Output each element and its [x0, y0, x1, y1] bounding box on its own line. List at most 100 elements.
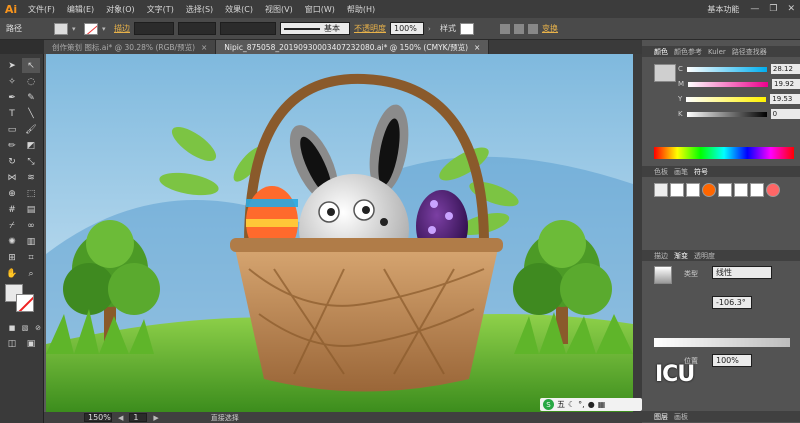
screen-mode-icon[interactable]: ▣ [22, 336, 40, 351]
menu-edit[interactable]: 编辑(E) [61, 4, 100, 15]
tab-color[interactable]: 颜色 [654, 47, 668, 57]
black-slider[interactable] [686, 111, 767, 117]
location-field[interactable]: 100% [712, 354, 752, 367]
stroke-link[interactable]: 描边 [114, 23, 130, 34]
artboard-tool-icon[interactable]: ⊞ [3, 250, 21, 265]
tab-close-icon[interactable]: × [201, 43, 207, 52]
workspace-switcher[interactable]: 基本功能 [701, 4, 745, 15]
chevron-down-icon[interactable]: ▾ [72, 25, 80, 33]
zoom-field[interactable]: 150% [84, 413, 112, 422]
mic-icon[interactable]: ● [588, 400, 595, 409]
gradient-tool-icon[interactable]: ▤ [22, 202, 40, 217]
tab-gradient[interactable]: 渐变 [674, 251, 688, 261]
zoom-tool-icon[interactable]: ⌕ [22, 266, 40, 281]
punctuation-icon[interactable]: °, [578, 400, 585, 409]
menu-file[interactable]: 文件(F) [22, 4, 61, 15]
tab-swatches[interactable]: 色板 [654, 167, 668, 177]
menu-type[interactable]: 文字(T) [141, 4, 180, 15]
cyan-value[interactable]: 28.12 [770, 64, 800, 74]
magic-wand-icon[interactable]: ✧ [3, 74, 21, 89]
next-artboard-icon[interactable]: ▶ [153, 414, 158, 422]
style-swatch[interactable] [460, 22, 474, 35]
stroke-swatch[interactable] [84, 22, 98, 35]
magenta-value[interactable]: 19.92 [772, 79, 800, 89]
tab-brushes[interactable]: 画笔 [674, 167, 688, 177]
blend-tool-icon[interactable]: ∞ [22, 218, 40, 233]
stroke-weight-field[interactable] [134, 22, 174, 35]
symbol-thumbnail[interactable] [670, 183, 684, 197]
cyan-slider[interactable] [686, 66, 767, 72]
symbol-thumbnail[interactable] [750, 183, 764, 197]
tab-symbols[interactable]: 符号 [694, 167, 708, 177]
direct-selection-tool-icon[interactable]: ↖ [22, 58, 40, 73]
ime-toolbar[interactable]: S 五 ☾ °, ● ▦ [540, 398, 642, 411]
perspective-icon[interactable]: ⬚ [22, 186, 40, 201]
symbol-thumbnail[interactable] [734, 183, 748, 197]
menu-effect[interactable]: 效果(C) [219, 4, 259, 15]
align-icon[interactable] [500, 23, 510, 34]
warp-tool-icon[interactable]: ≋ [22, 170, 40, 185]
slice-tool-icon[interactable]: ⌗ [22, 250, 40, 265]
draw-mode-icon[interactable]: ◫ [3, 336, 21, 351]
shape-builder-icon[interactable]: ⊕ [3, 186, 21, 201]
tab-pathfinder[interactable]: 路径查找器 [732, 47, 767, 57]
opacity-link[interactable]: 不透明度 [354, 23, 386, 34]
yellow-value[interactable]: 19.53 [770, 94, 800, 104]
symbol-thumbnail[interactable] [702, 183, 716, 197]
symbol-sprayer-icon[interactable]: ✺ [3, 234, 21, 249]
symbol-thumbnail[interactable] [766, 183, 780, 197]
brush-tool-icon[interactable]: 🖌 [22, 122, 40, 137]
curvature-icon[interactable]: ✎ [22, 90, 40, 105]
minimize-icon[interactable]: — [745, 4, 764, 14]
eyedropper-icon[interactable]: ⌿ [3, 218, 21, 233]
tab-document-2[interactable]: Nipic_875058_20190930003407232080.ai* @ … [216, 40, 490, 54]
symbol-thumbnail[interactable] [718, 183, 732, 197]
rectangle-tool-icon[interactable]: ▭ [3, 122, 21, 137]
symbol-thumbnail[interactable] [654, 183, 668, 197]
tab-close-icon[interactable]: × [474, 43, 480, 52]
artboard-number[interactable]: 1 [129, 413, 148, 422]
keyboard-icon[interactable]: ▦ [598, 400, 606, 409]
stroke-color-icon[interactable] [16, 294, 34, 312]
pencil-tool-icon[interactable]: ✏ [3, 138, 21, 153]
close-icon[interactable]: ✕ [782, 4, 800, 14]
align-icon[interactable] [514, 23, 524, 34]
width-tool-icon[interactable]: ⋈ [3, 170, 21, 185]
fill-color-preview[interactable] [654, 64, 676, 82]
menu-view[interactable]: 视图(V) [259, 4, 299, 15]
menu-select[interactable]: 选择(S) [180, 4, 219, 15]
tab-stroke[interactable]: 描边 [654, 251, 668, 261]
stroke-style-field[interactable]: 基本 [280, 22, 350, 35]
restore-icon[interactable]: ❐ [764, 4, 782, 14]
chevron-down-icon[interactable]: ▾ [102, 25, 110, 33]
tab-transparency[interactable]: 透明度 [694, 251, 715, 261]
gradient-angle-field[interactable]: -106.3° [712, 296, 752, 309]
symbol-thumbnail[interactable] [686, 183, 700, 197]
lasso-icon[interactable]: ◌ [22, 74, 40, 89]
tab-kuler[interactable]: Kuler [708, 48, 726, 56]
tab-document-1[interactable]: 创作策划 图标.ai* @ 30.28% (RGB/预览) × [44, 40, 217, 54]
tab-color-guide[interactable]: 颜色参考 [674, 47, 702, 57]
align-icon[interactable] [528, 23, 538, 34]
menu-object[interactable]: 对象(O) [100, 4, 141, 15]
gradient-preview[interactable] [654, 266, 672, 284]
rotate-tool-icon[interactable]: ↻ [3, 154, 21, 169]
scale-tool-icon[interactable]: ⤡ [22, 154, 40, 169]
prev-artboard-icon[interactable]: ◀ [118, 414, 123, 422]
mesh-tool-icon[interactable]: # [3, 202, 21, 217]
opacity-field[interactable]: 100% [390, 22, 424, 35]
chevron-right-icon[interactable]: › [428, 25, 436, 33]
transform-link[interactable]: 变换 [542, 23, 558, 34]
graph-tool-icon[interactable]: ▥ [22, 234, 40, 249]
fill-swatch[interactable] [54, 22, 68, 35]
hand-tool-icon[interactable]: ✋ [3, 266, 21, 281]
artboard-canvas[interactable] [44, 54, 642, 412]
pen-tool-icon[interactable]: ✒ [3, 90, 21, 105]
line-tool-icon[interactable]: ╲ [22, 106, 40, 121]
moon-icon[interactable]: ☾ [568, 400, 575, 409]
magenta-slider[interactable] [688, 81, 769, 87]
type-tool-icon[interactable]: T [3, 106, 21, 121]
yellow-slider[interactable] [686, 96, 767, 102]
brush-field[interactable] [220, 22, 276, 35]
tab-layers[interactable]: 图层 [654, 412, 668, 422]
